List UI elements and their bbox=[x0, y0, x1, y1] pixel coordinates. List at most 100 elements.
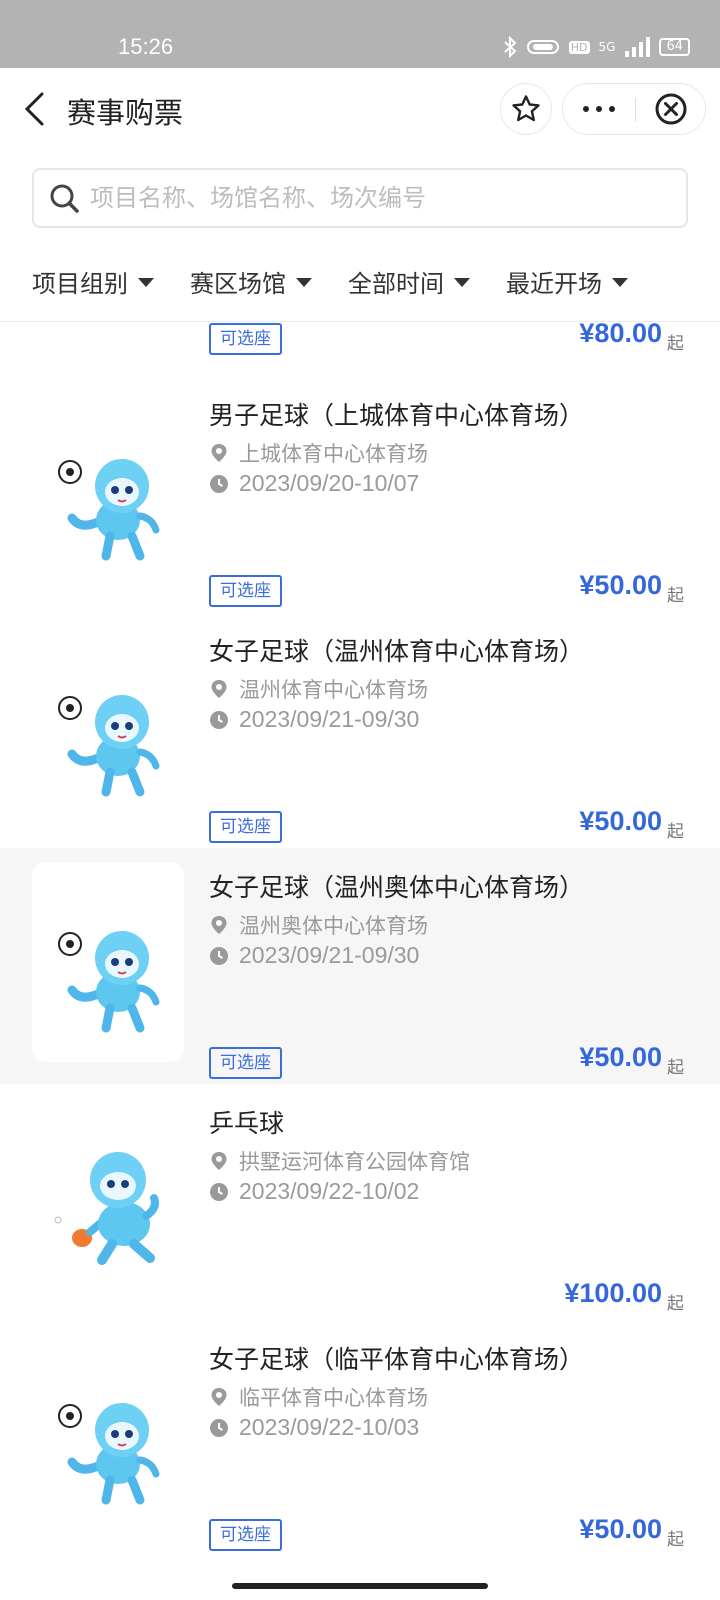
date-text: 2023/09/20-10/07 bbox=[239, 470, 420, 496]
caret-down-icon bbox=[612, 278, 628, 287]
hd-icon: HD bbox=[568, 40, 590, 54]
event-price: ¥100.00 bbox=[564, 1278, 662, 1308]
back-button[interactable] bbox=[22, 92, 50, 126]
event-thumbnail bbox=[32, 1334, 184, 1534]
event-card[interactable]: 女子足球（温州体育中心体育场） 温州体育中心体育场 2023/09/21-09/… bbox=[0, 612, 720, 848]
table-tennis-mascot-image bbox=[54, 1152, 159, 1265]
football-mascot-image bbox=[58, 459, 160, 561]
event-date: 2023/09/22-10/02 bbox=[209, 1178, 419, 1205]
event-card[interactable]: 乒乓球 拱墅运河体育公园体育馆 2023/09/22-10/02 ¥100.00… bbox=[0, 1084, 720, 1320]
event-price: ¥50.00 bbox=[579, 806, 662, 836]
event-thumbnail bbox=[32, 626, 184, 826]
location-icon bbox=[211, 1388, 227, 1406]
close-button[interactable] bbox=[641, 84, 701, 134]
event-card[interactable]: 可选座 ¥80.00 起 bbox=[0, 322, 720, 360]
location-icon bbox=[211, 916, 227, 934]
event-thumbnail bbox=[32, 1098, 184, 1298]
filter-label: 最近开场 bbox=[506, 270, 602, 298]
filter-label: 项目组别 bbox=[32, 270, 128, 298]
capsule-divider bbox=[635, 98, 636, 122]
event-name: 乒乓球 bbox=[209, 1109, 285, 1138]
home-indicator[interactable] bbox=[232, 1583, 488, 1589]
filter-time[interactable]: 全部时间 bbox=[348, 264, 470, 299]
filter-venue[interactable]: 赛区场馆 bbox=[190, 264, 312, 299]
football-mascot-image bbox=[58, 695, 160, 797]
date-text: 2023/09/22-10/02 bbox=[239, 1178, 420, 1204]
price-suffix: 起 bbox=[667, 1058, 684, 1078]
event-list[interactable]: 可选座 ¥80.00 起 男子足球（上城体育中心体育场） 上城体育中心体育场 2… bbox=[0, 322, 720, 1600]
clock-icon bbox=[210, 474, 228, 493]
event-name: 女子足球（温州奥体中心体育场） bbox=[209, 873, 585, 902]
page-title: 赛事购票 bbox=[67, 96, 184, 130]
price-suffix: 起 bbox=[667, 1294, 684, 1314]
event-venue: 临平体育中心体育场 bbox=[209, 1382, 428, 1412]
event-price: ¥50.00 bbox=[579, 1042, 662, 1072]
seat-select-tag: 可选座 bbox=[209, 811, 282, 843]
status-bar: 15:26 HD 5G 64 bbox=[0, 0, 720, 68]
filter-sort[interactable]: 最近开场 bbox=[506, 264, 628, 299]
clock-icon bbox=[210, 1418, 228, 1437]
football-mascot-image bbox=[58, 931, 160, 1033]
date-text: 2023/09/21-09/30 bbox=[239, 942, 420, 968]
event-name: 女子足球（临平体育中心体育场） bbox=[209, 1345, 585, 1374]
status-time: 15:26 bbox=[118, 34, 174, 59]
filter-label: 全部时间 bbox=[348, 270, 444, 298]
seat-select-tag: 可选座 bbox=[209, 1519, 282, 1551]
caret-down-icon bbox=[138, 278, 154, 287]
venue-text: 温州体育中心体育场 bbox=[239, 678, 428, 702]
search-input[interactable] bbox=[90, 170, 670, 226]
football-mascot-image bbox=[58, 1403, 160, 1505]
star-icon bbox=[512, 95, 540, 122]
close-circle-icon bbox=[655, 93, 687, 125]
filter-category[interactable]: 项目组别 bbox=[32, 264, 154, 299]
bluetooth-icon bbox=[504, 36, 517, 58]
search-icon bbox=[50, 184, 79, 213]
clock-icon bbox=[210, 710, 228, 729]
filter-bar: 项目组别 赛区场馆 全部时间 最近开场 bbox=[0, 248, 720, 322]
event-venue: 温州体育中心体育场 bbox=[209, 674, 428, 704]
clock-icon bbox=[210, 1182, 228, 1201]
date-text: 2023/09/22-10/03 bbox=[239, 1414, 420, 1440]
event-date: 2023/09/20-10/07 bbox=[209, 470, 419, 497]
price-suffix: 起 bbox=[667, 822, 684, 842]
battery-icon: 64 bbox=[659, 38, 690, 56]
event-venue: 温州奥体中心体育场 bbox=[209, 910, 428, 940]
clock-icon bbox=[210, 946, 228, 965]
network-label: 5G bbox=[598, 40, 616, 54]
caret-down-icon bbox=[454, 278, 470, 287]
event-card[interactable]: 男子足球（上城体育中心体育场） 上城体育中心体育场 2023/09/20-10/… bbox=[0, 376, 720, 612]
event-card[interactable]: 女子足球（温州奥体中心体育场） 温州奥体中心体育场 2023/09/21-09/… bbox=[0, 848, 720, 1084]
venue-text: 上城体育中心体育场 bbox=[239, 442, 428, 466]
event-card[interactable]: 女子足球（临平体育中心体育场） 临平体育中心体育场 2023/09/22-10/… bbox=[0, 1320, 720, 1556]
date-text: 2023/09/21-09/30 bbox=[239, 706, 420, 732]
signal-icon bbox=[625, 37, 651, 57]
location-icon bbox=[211, 1152, 227, 1170]
caret-down-icon bbox=[296, 278, 312, 287]
event-name: 男子足球（上城体育中心体育场） bbox=[209, 401, 585, 430]
seat-select-tag: 可选座 bbox=[209, 1047, 282, 1079]
event-name: 女子足球（温州体育中心体育场） bbox=[209, 637, 585, 666]
price-suffix: 起 bbox=[667, 1530, 684, 1550]
event-thumbnail bbox=[32, 862, 184, 1062]
seat-select-tag: 可选座 bbox=[209, 575, 282, 607]
venue-text: 拱墅运河体育公园体育馆 bbox=[239, 1150, 470, 1174]
chevron-left-icon bbox=[24, 92, 44, 126]
nav-bar: 赛事购票 bbox=[0, 68, 720, 150]
more-button[interactable] bbox=[563, 84, 635, 134]
venue-text: 温州奥体中心体育场 bbox=[239, 914, 428, 938]
venue-text: 临平体育中心体育场 bbox=[239, 1386, 428, 1410]
event-venue: 拱墅运河体育公园体育馆 bbox=[209, 1146, 470, 1176]
event-date: 2023/09/21-09/30 bbox=[209, 942, 419, 969]
event-date: 2023/09/21-09/30 bbox=[209, 706, 419, 733]
event-price: ¥80.00 bbox=[579, 322, 662, 348]
seat-select-tag: 可选座 bbox=[209, 323, 282, 355]
vibrate-icon bbox=[526, 40, 559, 54]
location-icon bbox=[211, 680, 227, 698]
event-thumbnail bbox=[32, 390, 184, 590]
event-price: ¥50.00 bbox=[579, 570, 662, 600]
event-date: 2023/09/22-10/03 bbox=[209, 1414, 419, 1441]
location-icon bbox=[211, 444, 227, 462]
favorite-button[interactable] bbox=[500, 83, 552, 135]
event-price: ¥50.00 bbox=[579, 1514, 662, 1544]
filter-label: 赛区场馆 bbox=[190, 270, 286, 298]
